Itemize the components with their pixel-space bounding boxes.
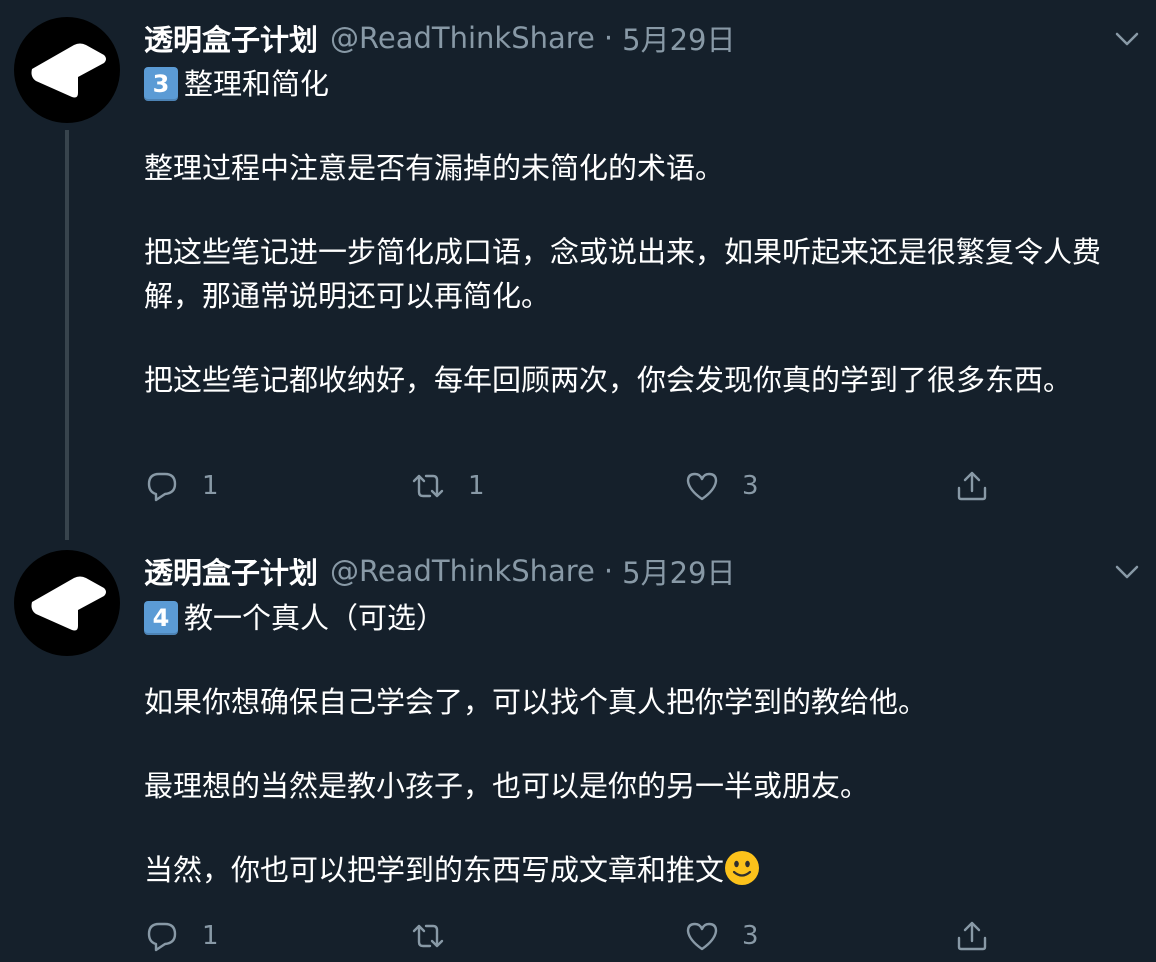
like-count: 3 — [742, 921, 759, 951]
author-name[interactable]: 透明盒子计划 — [144, 17, 318, 59]
keycap-number-emoji: 4 — [144, 601, 178, 635]
author-handle[interactable]: @ReadThinkShare — [330, 21, 595, 55]
reply-button[interactable]: 1 — [144, 916, 219, 956]
box-logo-icon — [31, 43, 106, 98]
reply-count: 1 — [202, 471, 219, 501]
like-count: 3 — [742, 471, 759, 501]
share-button[interactable] — [954, 466, 990, 506]
retweet-count: 1 — [468, 471, 485, 501]
share-upload-icon — [957, 471, 987, 501]
thread-connector-line — [65, 130, 69, 540]
tweet-paragraph: 最理想的当然是教小孩子，也可以是你的另一半或朋友。 — [144, 769, 870, 803]
avatar[interactable] — [14, 550, 120, 656]
reply-count: 1 — [202, 921, 219, 951]
tweet-header: 透明盒子计划 @ReadThinkShare · 5月29日 — [144, 551, 735, 591]
tweet-title: 4 教一个真人（可选） — [144, 596, 1144, 640]
tweet-title-text: 整理和简化 — [184, 67, 330, 101]
chevron-down-icon[interactable] — [1112, 24, 1142, 54]
slightly-smiling-face-emoji — [725, 851, 760, 885]
tweet-paragraph: 整理过程中注意是否有漏掉的未简化的术语。 — [144, 151, 725, 185]
avatar[interactable] — [14, 17, 120, 123]
tweet-paragraph: 把这些笔记都收纳好，每年回顾两次，你会发现你真的学到了很多东西。 — [144, 363, 1073, 397]
tweet[interactable]: 透明盒子计划 @ReadThinkShare · 5月29日 4 教一个真人（可… — [0, 540, 1156, 962]
tweet-title: 3 整理和简化 — [144, 62, 1144, 106]
tweet-text: 3 整理和简化 整理过程中注意是否有漏掉的未简化的术语。 把这些笔记进一步简化成… — [144, 62, 1144, 402]
author-name[interactable]: 透明盒子计划 — [144, 550, 318, 592]
tweet-paragraph: 把这些笔记进一步简化成口语，念或说出来，如果听起来还是很繁复令人费解，那通常说明… — [144, 235, 1102, 313]
tweet[interactable]: 透明盒子计划 @ReadThinkShare · 5月29日 3 整理和简化 整… — [0, 0, 1156, 540]
tweet-title-text: 教一个真人（可选） — [184, 601, 446, 635]
tweet-paragraph-text: 当然，你也可以把学到的东西写成文章和推文 — [144, 853, 725, 887]
header-separator: · — [603, 554, 614, 588]
tweet-header: 透明盒子计划 @ReadThinkShare · 5月29日 — [144, 18, 735, 58]
share-upload-icon — [957, 921, 987, 951]
tweet-actions: 1 1 3 — [144, 466, 994, 506]
like-button[interactable]: 3 — [684, 916, 759, 956]
tweet-date[interactable]: 5月29日 — [622, 550, 735, 592]
retweet-button[interactable]: 1 — [410, 466, 485, 506]
box-logo-icon — [31, 576, 106, 631]
tweet-paragraph: 当然，你也可以把学到的东西写成文章和推文 — [144, 848, 1144, 892]
heart-icon — [686, 472, 718, 501]
tweet-paragraph: 如果你想确保自己学会了，可以找个真人把你学到的教给他。 — [144, 685, 928, 719]
retweet-button[interactable] — [410, 916, 468, 956]
header-separator: · — [603, 21, 614, 55]
keycap-number-emoji: 3 — [144, 67, 178, 101]
tweet-actions: 1 3 — [144, 916, 994, 956]
speech-bubble-icon — [147, 472, 177, 502]
retweet-icon — [412, 474, 444, 498]
reply-button[interactable]: 1 — [144, 466, 219, 506]
heart-icon — [686, 922, 718, 951]
chevron-down-icon[interactable] — [1112, 557, 1142, 587]
speech-bubble-icon — [147, 922, 177, 952]
author-handle[interactable]: @ReadThinkShare — [330, 554, 595, 588]
like-button[interactable]: 3 — [684, 466, 759, 506]
tweet-text: 4 教一个真人（可选） 如果你想确保自己学会了，可以找个真人把你学到的教给他。 … — [144, 596, 1144, 892]
tweet-date[interactable]: 5月29日 — [622, 17, 735, 59]
share-button[interactable] — [954, 916, 990, 956]
retweet-icon — [412, 924, 444, 948]
